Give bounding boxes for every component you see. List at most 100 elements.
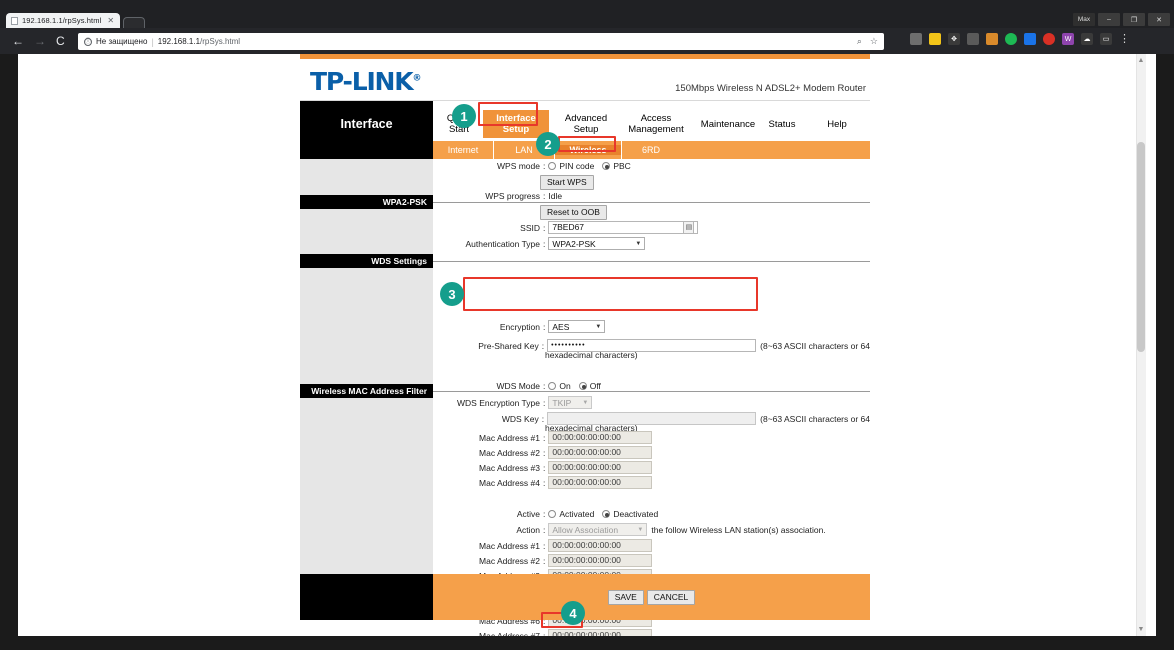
mac-filter-action-select[interactable]: Allow Association ▼: [548, 523, 648, 536]
mac-filter-active-row: Active : Activated Deactivated: [450, 509, 770, 519]
mac-filter-activated-radio[interactable]: [548, 510, 557, 518]
window-titlebar: 192.168.1.1/rpSys.html ✕ Max – ❐ ✕: [0, 0, 1174, 28]
scrollbar-thumb[interactable]: [1137, 142, 1145, 352]
filter-mac-input-2[interactable]: 00:00:00:00:00:00: [548, 554, 653, 567]
sub-tabs: Internet LAN Wireless 6RD: [433, 141, 870, 159]
extension-green-icon[interactable]: [1005, 33, 1017, 45]
extension-cloud-gray-icon[interactable]: ☁: [1081, 33, 1093, 45]
wds-mac-value-1: 00:00:00:00:00:00: [552, 432, 621, 442]
browser-tab[interactable]: 192.168.1.1/rpSys.html ✕: [6, 13, 121, 28]
wds-mode-off-radio[interactable]: [578, 382, 587, 390]
encryption-select[interactable]: AES ▼: [548, 320, 606, 333]
extension-red-icon[interactable]: [1043, 33, 1055, 45]
tab-access-management[interactable]: Access Management: [617, 113, 695, 135]
tab-interface-setup[interactable]: Interface Setup: [483, 110, 549, 138]
section-rule-wpa2psk: [433, 202, 870, 203]
browser-tab-title: 192.168.1.1/rpSys.html: [22, 16, 102, 25]
restore-button[interactable]: ❐: [1123, 13, 1145, 26]
brand-text: TP-LINK: [310, 67, 414, 96]
mac-filter-action-value: Allow Association: [552, 524, 619, 535]
label-colon: :: [543, 222, 546, 233]
new-tab-button[interactable]: [123, 17, 146, 28]
subtab-6rd[interactable]: 6RD: [622, 145, 680, 155]
ssid-picker-icon[interactable]: ▤: [683, 221, 695, 234]
tab-help[interactable]: Help: [817, 119, 857, 130]
wds-mac-input-1[interactable]: 00:00:00:00:00:00: [548, 431, 653, 444]
label-colon: :: [543, 540, 546, 551]
label-colon: :: [543, 381, 546, 391]
extension-cloud-icon[interactable]: [967, 33, 979, 45]
page-favicon-icon: [11, 16, 18, 25]
section-label-wds: WDS Settings: [300, 254, 433, 268]
minimize-button[interactable]: –: [1098, 13, 1120, 26]
subtab-wireless[interactable]: Wireless: [555, 145, 621, 155]
tab-status[interactable]: Status: [761, 119, 803, 130]
chevron-down-icon: ▼: [595, 323, 602, 330]
pre-shared-key-hint-continued: hexadecimal characters): [545, 350, 638, 360]
subtab-left-filler: [300, 141, 433, 159]
extension-puzzle-icon[interactable]: ✥: [948, 33, 960, 45]
save-button[interactable]: SAVE: [607, 589, 644, 605]
info-icon[interactable]: ⓘ: [84, 37, 92, 46]
cancel-button[interactable]: CANCEL: [646, 589, 696, 605]
label-colon: :: [543, 238, 546, 249]
label-colon: :: [543, 555, 546, 566]
extension-blue-icon[interactable]: [1024, 33, 1036, 45]
extension-toolbar: ✥ W ☁ ▭ ⋮: [910, 33, 1130, 45]
footer-buttons: SAVE CANCEL: [433, 574, 870, 620]
extension-purple-icon[interactable]: W: [1062, 33, 1074, 45]
filter-mac-input-1[interactable]: 00:00:00:00:00:00: [548, 539, 653, 552]
filter-mac-label-7: Mac Address #7: [479, 630, 540, 637]
extension-briefcase-icon[interactable]: [986, 33, 998, 45]
wds-encryption-type-select[interactable]: TKIP ▼: [548, 396, 593, 409]
filter-mac-input-7[interactable]: 00:00:00:00:00:00: [548, 629, 653, 636]
address-bar[interactable]: ⓘ Не защищено | 192.168.1.1/rpSys.html ⌕…: [78, 33, 884, 50]
wds-mac-input-3[interactable]: 00:00:00:00:00:00: [548, 461, 653, 474]
tab-maintenance[interactable]: Maintenance: [695, 119, 761, 130]
wds-mac-label-4: Mac Address #4: [479, 477, 540, 488]
wds-key-hint: (8~63 ASCII characters or 64: [760, 413, 870, 424]
zoom-icon[interactable]: ⌕: [857, 36, 862, 47]
subtab-internet[interactable]: Internet: [433, 145, 493, 155]
label-colon: :: [543, 161, 546, 171]
navigation-buttons: ← → C: [12, 35, 65, 47]
wds-mode-on-label: On: [559, 381, 571, 391]
reload-icon[interactable]: C: [56, 35, 65, 47]
wds-mac-input-4[interactable]: 00:00:00:00:00:00: [548, 476, 653, 489]
authentication-type-select[interactable]: WPA2-PSK ▼: [548, 237, 646, 250]
mac-filter-deactivated-radio[interactable]: [602, 510, 611, 518]
wds-mode-on-radio[interactable]: [548, 382, 557, 390]
section-rule-wds: [433, 261, 870, 262]
tab-advanced-setup[interactable]: Advanced Setup: [555, 113, 617, 135]
scroll-up-icon[interactable]: ▲: [1137, 56, 1145, 65]
reset-oob-row: Reset to OOB: [540, 205, 607, 220]
close-window-button[interactable]: ✕: [1148, 13, 1170, 26]
extension-smile-icon[interactable]: [910, 33, 922, 45]
screen: 192.168.1.1/rpSys.html ✕ Max – ❐ ✕ ← → C…: [0, 0, 1174, 650]
authentication-type-value: WPA2-PSK: [552, 238, 596, 249]
extension-folder-icon[interactable]: ▭: [1100, 33, 1112, 45]
browser-menu-icon[interactable]: ⋮: [1119, 34, 1130, 45]
web-page: TP-LINK® 150Mbps Wireless N ADSL2+ Modem…: [18, 54, 1146, 636]
step-badge-3: 3: [440, 282, 464, 306]
close-tab-icon[interactable]: ✕: [107, 16, 114, 25]
wps-mode-pin-label: PIN code: [559, 161, 595, 171]
window-max-label: Max: [1073, 13, 1095, 26]
wds-mac-input-2[interactable]: 00:00:00:00:00:00: [548, 446, 653, 459]
mac-filter-action-row: Action : Allow Association ▼ the follow …: [450, 523, 870, 536]
back-icon[interactable]: ←: [12, 35, 24, 47]
label-colon: :: [543, 191, 546, 201]
wps-mode-pin-radio[interactable]: [548, 162, 557, 170]
page-scrollbar[interactable]: ▲ ▼: [1136, 54, 1146, 636]
forward-icon: →: [34, 34, 46, 48]
wps-mode-pbc-radio[interactable]: [602, 162, 611, 170]
reset-to-oob-button[interactable]: Reset to OOB: [540, 205, 607, 220]
extension-notes-icon[interactable]: [929, 33, 941, 45]
scroll-down-icon[interactable]: ▼: [1137, 625, 1145, 634]
mac-filter-activated-label: Activated: [559, 509, 595, 519]
bookmark-star-icon[interactable]: ☆: [870, 36, 878, 47]
section-label-macfilter: Wireless MAC Address Filter: [300, 384, 433, 398]
wds-encryption-type-row: WDS Encryption Type : TKIP ▼: [422, 396, 762, 409]
ssid-input[interactable]: 7BED67 ▤: [548, 221, 699, 234]
start-wps-button[interactable]: Start WPS: [540, 175, 594, 190]
